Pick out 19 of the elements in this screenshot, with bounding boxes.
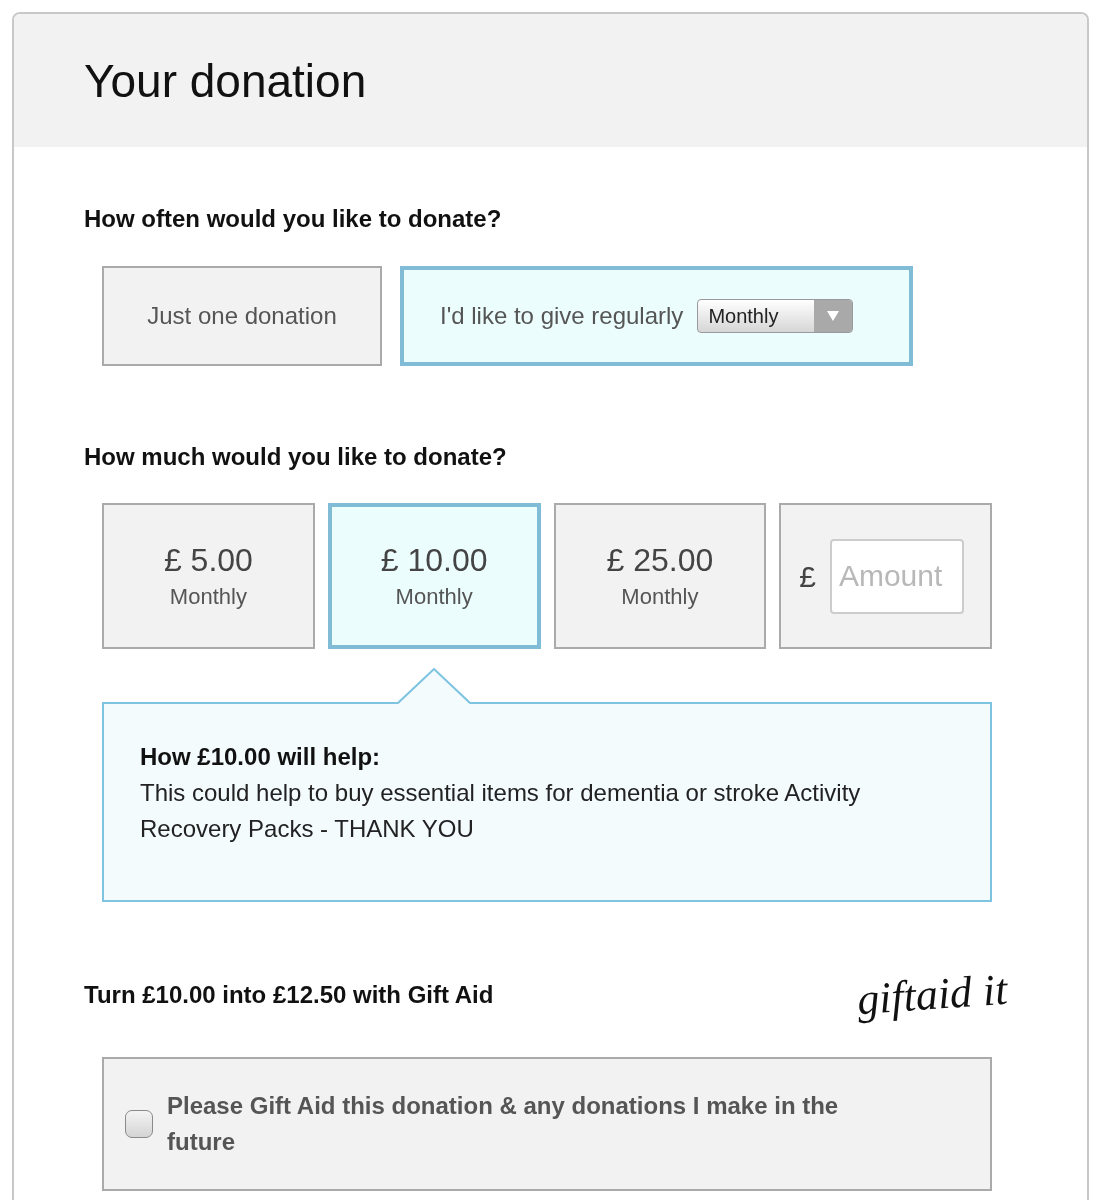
gift-aid-label[interactable]: Please Gift Aid this donation & any donations I make in the future (167, 1088, 867, 1160)
amount-option[interactable]: £ 25.00 Monthly (553, 503, 767, 649)
frequency-option[interactable]: Just one donation (102, 266, 382, 366)
amount-question: How much would you like to donate? (84, 442, 508, 472)
amount-option[interactable]: £ 10.00 Monthly (327, 503, 541, 649)
caret-down-icon (814, 300, 853, 332)
amount-input[interactable]: Amount (829, 538, 964, 614)
gift-aid-logo: giftaid it (855, 964, 1009, 1026)
frequency-dropdown[interactable]: Monthly (697, 299, 854, 333)
currency-symbol: £ (799, 558, 816, 595)
frequency-question: How often would you like to donate? (84, 204, 503, 234)
amount-option[interactable]: £ 5.00 Monthly (102, 503, 315, 649)
gift-aid-heading: Turn £10.00 into £12.50 with Gift Aid (84, 980, 494, 1010)
custom-amount-option[interactable]: £ Amount (779, 503, 992, 649)
help-text: This could help to buy essential items for dementia or stroke Activity Recovery Packs - THANK YOU (140, 778, 862, 844)
help-title: How £10.00 will help: (140, 742, 382, 772)
page-title: Your donation (84, 54, 367, 107)
frequency-option[interactable]: I'd like to give regularly Monthly (400, 266, 913, 366)
gift-aid-checkbox[interactable] (125, 1110, 153, 1138)
